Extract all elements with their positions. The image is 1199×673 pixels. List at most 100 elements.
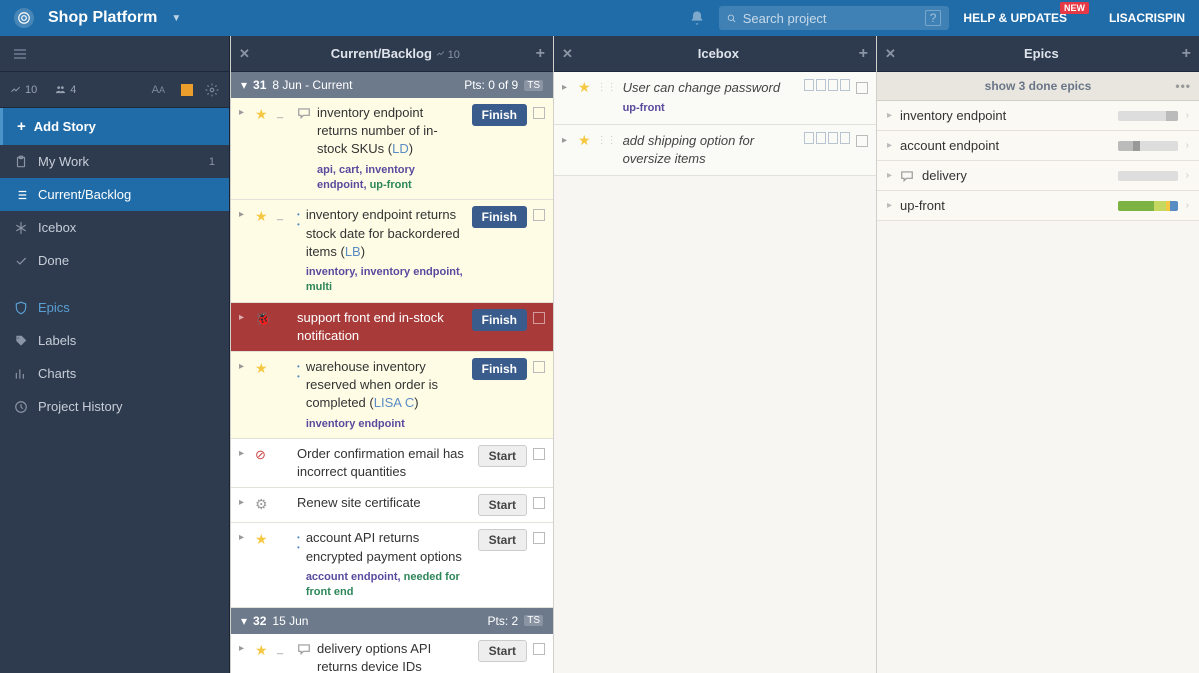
project-dropdown-icon[interactable]: ▼ (171, 13, 181, 24)
finish-button[interactable]: Finish (472, 206, 527, 228)
chevron-right-icon[interactable]: › (1186, 110, 1189, 121)
story-checkbox[interactable] (533, 448, 545, 460)
drag-icon[interactable]: ⋮⋮ (597, 132, 617, 168)
sidebar-item-project-history[interactable]: Project History (0, 390, 229, 423)
add-story-panel-icon[interactable]: + (859, 45, 868, 63)
story-checkbox[interactable] (533, 107, 545, 119)
chevron-right-icon[interactable]: › (1186, 140, 1189, 151)
story-card[interactable]: ▸⊘Order confirmation email has incorrect… (231, 439, 553, 488)
epic-row[interactable]: ▸inventory endpoint› (877, 101, 1199, 131)
story-checkbox[interactable] (856, 135, 868, 147)
story-checkbox[interactable] (533, 209, 545, 221)
story-card[interactable]: ▸🐞support front end in-stock notificatio… (231, 303, 553, 352)
estimate-dots: •• (297, 358, 300, 432)
chevron-right-icon[interactable]: › (1186, 170, 1189, 181)
help-updates-link[interactable]: HELP & UPDATES NEW (963, 11, 1067, 25)
finish-button[interactable]: Finish (472, 309, 527, 331)
search-box[interactable]: ? (719, 6, 949, 30)
epic-row[interactable]: ▸account endpoint› (877, 131, 1199, 161)
user-menu[interactable]: LISACRISPIN (1109, 11, 1185, 25)
expand-icon[interactable]: ▸ (562, 132, 572, 168)
expand-icon[interactable]: ▸ (239, 529, 249, 600)
sidebar-item-done[interactable]: Done (0, 244, 229, 277)
expand-icon[interactable]: ▸ (887, 140, 892, 151)
done-epics-toggle[interactable]: show 3 done epics ••• (877, 72, 1199, 101)
finish-button[interactable]: Finish (472, 104, 527, 126)
app-logo-icon[interactable] (14, 8, 34, 28)
iteration-header[interactable]: ▾318 Jun - CurrentPts: 0 of 9TS (231, 72, 553, 98)
epic-row[interactable]: ▸ up-front › (877, 191, 1199, 221)
settings-icon[interactable] (205, 83, 219, 97)
close-panel-icon[interactable]: ✕ (562, 46, 578, 62)
chevron-right-icon[interactable]: › (1186, 200, 1189, 211)
add-epic-icon[interactable]: + (1182, 45, 1191, 63)
shield-icon (14, 301, 28, 315)
icebox-story[interactable]: ▸★⋮⋮User can change passwordup-front (554, 72, 876, 125)
sidebar-item-charts[interactable]: Charts (0, 357, 229, 390)
expand-icon[interactable]: ▸ (887, 110, 892, 121)
bell-icon[interactable] (689, 10, 705, 26)
sidebar-item-my-work[interactable]: My Work1 (0, 145, 229, 178)
close-panel-icon[interactable]: ✕ (239, 46, 255, 62)
story-checkbox[interactable] (533, 361, 545, 373)
story-checkbox[interactable] (533, 497, 545, 509)
sidebar-item-icebox[interactable]: Icebox (0, 211, 229, 244)
story-checkbox[interactable] (856, 82, 868, 94)
start-button[interactable]: Start (478, 445, 527, 467)
start-button[interactable]: Start (478, 494, 527, 516)
story-points (277, 445, 291, 481)
story-points: _ (277, 640, 291, 673)
project-title[interactable]: Shop Platform (48, 9, 157, 27)
story-card[interactable]: ▸★_••inventory endpoint returns stock da… (231, 200, 553, 302)
sidebar-item-epics[interactable]: Epics (0, 291, 229, 324)
story-card[interactable]: ▸★_delivery options API returns device I… (231, 634, 553, 673)
expand-icon[interactable]: ▸ (239, 104, 249, 193)
expand-icon[interactable]: ▸ (239, 640, 249, 673)
story-card[interactable]: ▸★••account API returns encrypted paymen… (231, 523, 553, 607)
sidebar-item-labels[interactable]: Labels (0, 324, 229, 357)
epic-name: delivery (922, 168, 1110, 183)
nav-label: Icebox (38, 220, 76, 235)
clipboard-icon (14, 155, 28, 169)
story-labels: up-front (623, 101, 798, 116)
sidebar-item-current-backlog[interactable]: Current/Backlog (0, 178, 229, 211)
epic-name: up-front (900, 198, 1110, 213)
color-indicator[interactable] (181, 84, 193, 96)
add-story-button[interactable]: Add Story (0, 108, 229, 145)
add-story-panel-icon[interactable]: + (536, 45, 545, 63)
search-help-icon[interactable]: ? (925, 10, 942, 26)
finish-button[interactable]: Finish (472, 358, 527, 380)
sidebar: 10 4 AA Add Story My Work1Current/Backlo… (0, 36, 230, 673)
expand-icon[interactable]: ▸ (887, 200, 892, 211)
font-size-icon[interactable]: AA (152, 84, 165, 96)
story-card[interactable]: ▸★••warehouse inventory reserved when or… (231, 352, 553, 439)
epic-row[interactable]: ▸ delivery › (877, 161, 1199, 191)
sidebar-toggle[interactable] (0, 36, 229, 72)
expand-icon[interactable]: ▸ (239, 494, 249, 516)
search-input[interactable] (743, 11, 919, 26)
story-card[interactable]: ▸★_inventory endpoint returns number of … (231, 98, 553, 200)
story-title: warehouse inventory reserved when order … (306, 358, 466, 432)
feature-icon: ★ (578, 132, 591, 168)
start-button[interactable]: Start (478, 529, 527, 551)
expand-icon[interactable]: ▸ (239, 445, 249, 481)
story-card[interactable]: ▸⚙Renew site certificateStart (231, 488, 553, 523)
expand-icon[interactable]: ▸ (239, 358, 249, 432)
story-checkbox[interactable] (533, 312, 545, 324)
icebox-story[interactable]: ▸★⋮⋮add shipping option for oversize ite… (554, 125, 876, 176)
estimate-buttons[interactable] (804, 79, 850, 117)
story-checkbox[interactable] (533, 532, 545, 544)
iteration-header[interactable]: ▾3215 JunPts: 2TS (231, 608, 553, 634)
expand-icon[interactable]: ▸ (239, 206, 249, 295)
start-button[interactable]: Start (478, 640, 527, 662)
search-icon (727, 12, 736, 25)
epic-more-icon[interactable]: ••• (1175, 79, 1191, 93)
expand-icon[interactable]: ▸ (887, 170, 892, 181)
close-panel-icon[interactable]: ✕ (885, 46, 901, 62)
drag-icon[interactable]: ⋮⋮ (597, 79, 617, 117)
story-checkbox[interactable] (533, 643, 545, 655)
estimate-buttons[interactable] (804, 132, 850, 168)
expand-icon[interactable]: ▸ (562, 79, 572, 117)
expand-icon[interactable]: ▸ (239, 309, 249, 345)
nav-label: Current/Backlog (38, 187, 131, 202)
